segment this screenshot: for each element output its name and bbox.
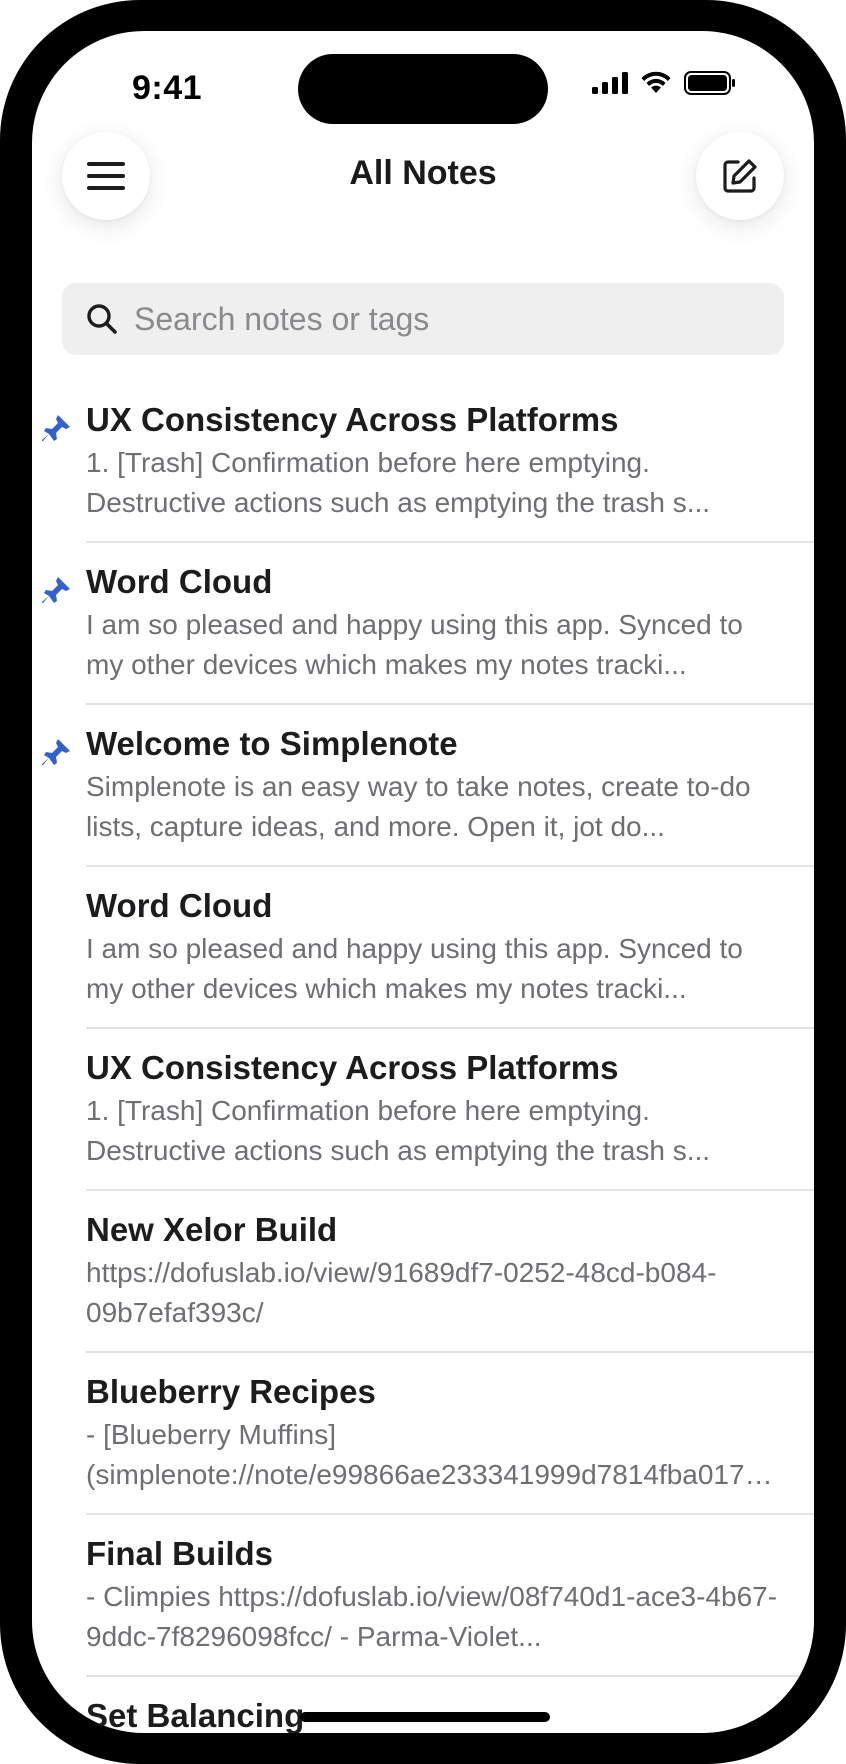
pin-icon: [42, 739, 70, 765]
note-item[interactable]: Welcome to Simplenote Simplenote is an e…: [32, 705, 814, 867]
note-title: UX Consistency Across Platforms: [86, 1049, 619, 1086]
note-title: Word Cloud: [86, 887, 273, 924]
search-icon: [87, 304, 117, 334]
compose-icon: [723, 159, 757, 193]
note-item[interactable]: Word Cloud I am so pleased and happy usi…: [32, 867, 814, 1029]
note-preview: Simplenote is an easy way to take notes,…: [86, 771, 751, 842]
status-time: 9:41: [132, 69, 203, 107]
note-title: Final Builds: [86, 1535, 274, 1572]
dynamic-island: [298, 54, 548, 124]
note-preview: 1. [Trash] Confirmation before here empt…: [86, 447, 711, 518]
note-title: Welcome to Simplenote: [86, 725, 458, 762]
note-title: UX Consistency Across Platforms: [86, 401, 619, 438]
note-title: New Xelor Build: [86, 1211, 338, 1248]
note-item[interactable]: UX Consistency Across Platforms 1. [Tras…: [32, 381, 814, 543]
note-item[interactable]: Final Builds - Climpies https://dofuslab…: [32, 1515, 814, 1677]
note-item[interactable]: UX Consistency Across Platforms 1. [Tras…: [32, 1029, 814, 1191]
note-item[interactable]: Word Cloud I am so pleased and happy usi…: [32, 543, 814, 705]
search-input[interactable]: [134, 300, 734, 338]
phone-frame: 9:41 All Notes Search notes or tags UX C…: [0, 0, 846, 1764]
search-bar[interactable]: [62, 283, 784, 355]
note-preview: https://dofuslab.io/view/91689df7-0252-4…: [86, 1257, 717, 1328]
status-icons: [592, 71, 736, 95]
cellular-signal-icon: [592, 72, 628, 94]
notes-list: UX Consistency Across Platforms 1. [Tras…: [32, 381, 814, 1733]
screen: 9:41 All Notes Search notes or tags UX C…: [32, 31, 814, 1733]
wifi-icon: [641, 71, 671, 93]
note-item[interactable]: Blueberry Recipes - [Blueberry Muffins](…: [32, 1353, 814, 1515]
note-item[interactable]: New Xelor Build https://dofuslab.io/view…: [32, 1191, 814, 1353]
pin-icon: [42, 577, 70, 603]
pin-icon: [42, 415, 70, 441]
note-title: Word Cloud: [86, 563, 273, 600]
home-indicator[interactable]: [300, 1712, 550, 1722]
note-preview: 1. [Trash] Confirmation before here empt…: [86, 1095, 711, 1166]
battery-icon: [684, 71, 735, 95]
note-title: Blueberry Recipes: [86, 1373, 376, 1410]
note-preview: - [Blueberry Muffins](simplenote://note/…: [86, 1419, 786, 1490]
nav-header: All Notes: [32, 126, 814, 226]
new-note-button[interactable]: [696, 132, 784, 220]
note-preview: I am so pleased and happy using this app…: [86, 933, 743, 1004]
note-preview: - Climpies https://dofuslab.io/view/08f7…: [86, 1581, 778, 1652]
note-preview: I am so pleased and happy using this app…: [86, 609, 743, 680]
note-item[interactable]: Set Balancing: [32, 1677, 814, 1733]
